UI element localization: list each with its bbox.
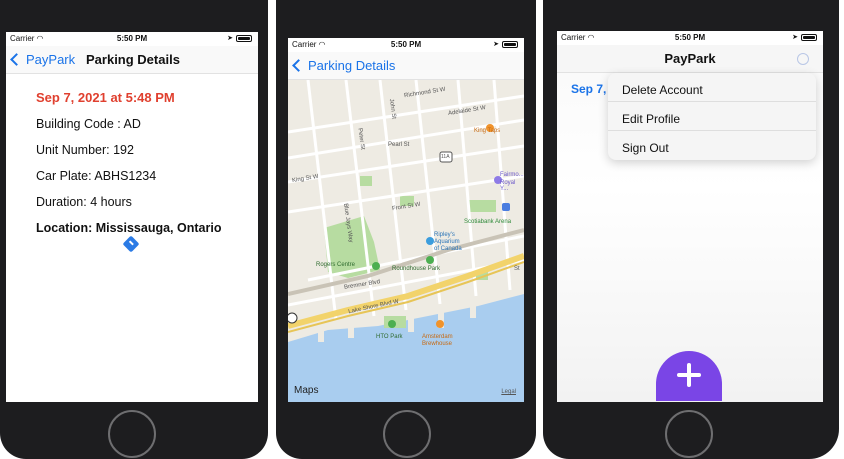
location-arrow-icon: ➤ [227, 35, 233, 42]
location-arrow-icon: ➤ [493, 41, 499, 48]
list-item-date[interactable]: Sep 7, [571, 82, 606, 96]
unit-number: Unit Number: 192 [36, 143, 134, 157]
phone-menu: Carrier ◠ 5:50 PM ➤ PayPark Sep 7, Delete… [543, 0, 839, 459]
parking-details-list: Sep 7, 2021 at 5:48 PM Building Code : A… [6, 74, 258, 235]
context-menu: Delete Account Edit Profile Sign Out [608, 73, 816, 160]
map-label-fairmont: Fairmo... [500, 172, 524, 178]
phone-parking-details: Carrier ◠ 5:50 PM ➤ PayPark Parking Detai… [0, 0, 268, 459]
map-label-st: St [514, 266, 520, 272]
home-button[interactable] [383, 410, 431, 458]
map-label-pearl: Pearl St [388, 142, 410, 148]
phone-map: Carrier ◠ 5:50 PM ➤ Parking Details Rich… [276, 0, 536, 459]
chevron-left-icon [292, 59, 305, 72]
page-title: Parking Details [86, 52, 180, 67]
map-label-ripleys: Ripley's [434, 232, 455, 238]
screen-map: Carrier ◠ 5:50 PM ➤ Parking Details Rich… [288, 38, 524, 402]
page-title: PayPark [664, 51, 716, 66]
map-label-hto: HTO Park [376, 334, 403, 340]
map-label-aquarium: Aquarium [434, 239, 460, 245]
screen-paypark-menu: Carrier ◠ 5:50 PM ➤ PayPark Sep 7, Delete… [557, 31, 823, 402]
map-label-rogers: Rogers Centre [316, 262, 356, 268]
location-arrow-icon: ➤ [792, 34, 798, 41]
more-options-icon[interactable] [797, 53, 809, 65]
battery-icon [502, 40, 518, 48]
legal-link[interactable]: Legal [501, 389, 516, 395]
status-time: 5:50 PM [390, 40, 422, 49]
battery-icon [236, 34, 252, 42]
back-button-label: PayPark [26, 52, 76, 67]
screenshot-stage: Carrier ◠ 5:50 PM ➤ PayPark Parking Detai… [0, 0, 844, 459]
duration: Duration: 4 hours [36, 195, 132, 209]
back-button[interactable]: PayPark [10, 52, 76, 67]
back-button[interactable]: Parking Details [292, 58, 396, 73]
navigation-bar: PayPark Parking Details [6, 46, 258, 74]
status-time: 5:50 PM [674, 33, 706, 42]
navigation-bar: PayPark [557, 45, 823, 73]
map-label-of-canada: of Canada [434, 246, 462, 252]
map-label-amsterdam: Amsterdam [422, 334, 453, 340]
home-button[interactable] [665, 410, 713, 458]
menu-item-delete-account[interactable]: Delete Account [608, 73, 816, 102]
maps-logo: Maps [294, 385, 319, 396]
status-time: 5:50 PM [116, 34, 148, 43]
home-button[interactable] [108, 410, 156, 458]
map-label-brewhouse: Brewhouse [422, 341, 453, 347]
location[interactable]: Location: Mississauga, Ontario [36, 221, 258, 235]
menu-item-edit-profile[interactable]: Edit Profile [608, 102, 816, 131]
map-label-royal: Royal Y... [500, 180, 516, 192]
map-label-highway: 11A [441, 154, 450, 160]
back-button-label: Parking Details [308, 58, 396, 73]
status-bar: Carrier ◠ 5:50 PM ➤ [288, 38, 524, 52]
map-label-scotiabank: Scotiabank Arena [464, 219, 512, 225]
parking-date: Sep 7, 2021 at 5:48 PM [36, 90, 175, 105]
chevron-left-icon [10, 53, 23, 66]
status-bar: Carrier ◠ 5:50 PM ➤ [6, 32, 258, 46]
directions-icon[interactable] [122, 235, 140, 253]
map-label-roundhouse: Roundhouse Park [392, 266, 441, 272]
car-plate: Car Plate: ABHS1234 [36, 169, 157, 183]
menu-item-sign-out[interactable]: Sign Out [608, 131, 816, 160]
navigation-bar: Parking Details [288, 52, 524, 80]
map-label-king-taps: King Taps [474, 128, 501, 134]
map-view[interactable]: Richmond St W Adelaide St W King Taps Pe… [288, 80, 524, 402]
building-code: Building Code : AD [36, 117, 141, 131]
status-bar: Carrier ◠ 5:50 PM ➤ [557, 31, 823, 45]
battery-icon [801, 33, 817, 41]
screen-parking-details: Carrier ◠ 5:50 PM ➤ PayPark Parking Detai… [6, 32, 258, 402]
